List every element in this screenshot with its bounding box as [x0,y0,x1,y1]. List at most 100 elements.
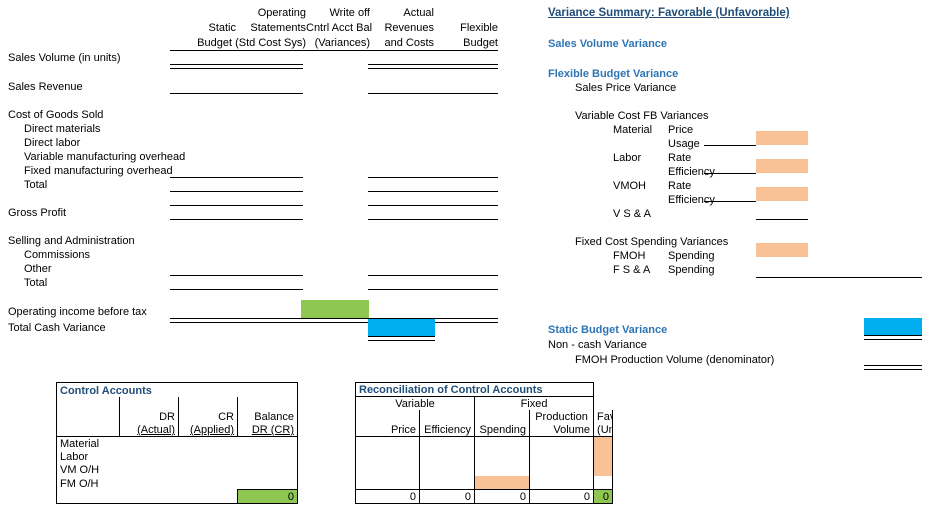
variable-cost-fb-variances-heading: Variable Cost FB Variances [575,110,709,122]
cell-material-dr[interactable] [119,436,179,450]
group-header-fixed: Fixed [473,396,595,410]
col-header-spending: Spending [474,423,530,437]
variance-cell-labor-efficiency[interactable] [756,159,808,173]
row-label-direct-materials: Direct materials [24,123,101,135]
variance-cell-material-usage[interactable] [756,131,808,145]
cell-labor-dr[interactable] [120,450,179,463]
cell-material-spending[interactable] [474,436,530,450]
row-label-fixed-moh: Fixed manufacturing overhead [24,165,173,177]
total-cash-variance-cyan-cell[interactable] [368,319,435,336]
totals-balance[interactable]: 0 [237,489,298,504]
cell-vmoh-dr[interactable] [120,463,179,476]
cell-labor-spending[interactable] [474,450,530,463]
cell-fmoh-cr[interactable] [179,476,238,490]
row-label-variable-moh: Variable manufacturing overhead [24,151,186,163]
static-budget-variance-cyan-cell[interactable] [864,318,922,335]
sa-rule-right [368,275,498,276]
col-header-balance-sub: DR (CR) [237,423,298,437]
table-row: FM O/H [56,476,613,490]
cell-fmoh-efficiency[interactable] [419,476,475,490]
variance-rule-vsa [756,219,808,220]
fmoh-production-volume-label: FMOH Production Volume (denominator) [575,354,775,366]
non-cash-variance-label: Non - cash Variance [548,339,647,351]
cell-vmoh-fav[interactable] [593,463,613,476]
operating-income-rule [170,318,498,323]
sales-price-variance-label: Sales Price Variance [575,82,677,94]
variance-category-vmoh: VMOH [613,180,646,192]
cell-labor-price[interactable] [355,450,420,463]
cell-labor-cr[interactable] [179,450,238,463]
cell-fmoh-dr[interactable] [120,476,179,490]
table-title-row: Control Accounts Reconciliation of Contr… [56,382,613,397]
variance-rule-vmoh-efficiency [704,201,756,202]
cell-labor-balance[interactable] [237,450,298,463]
cell-material-price[interactable] [355,436,420,450]
variance-cell-vmoh-efficiency[interactable] [756,187,808,201]
col-header-production: Production [528,410,595,423]
variance-category-fmoh: FMOH [613,250,646,262]
control-accounts-table: Control Accounts Reconciliation of Contr… [56,382,613,504]
variance-measure-material-price: Price [668,124,694,136]
col-header-writeoff-line1: Write off [329,7,370,19]
row-label-cogs-total: Total [24,179,48,191]
totals-label-blank [56,489,120,504]
fmoh-production-volume-rule [864,365,922,370]
totals-row: 0 0 0 0 0 0 [56,489,613,504]
blank-a3 [178,396,238,410]
cell-fmoh-balance[interactable] [237,476,298,490]
totals-cr-blank [178,489,238,504]
flexible-budget-variance-label: Flexible Budget Variance [548,68,679,80]
cell-material-efficiency[interactable] [419,436,475,450]
cell-material-cr[interactable] [178,436,238,450]
sa-rule-left [170,275,303,276]
col-header-static-line2: Static [208,22,236,34]
cell-labor-fav[interactable] [593,450,613,463]
sales-revenue-rule-right [368,93,498,94]
column-header-row-1: DR CR Balance Production Fav [56,410,613,423]
variance-category-vsa: V S & A [613,208,651,220]
cell-material-balance[interactable] [237,436,298,450]
row-label-labor: Labor [56,450,120,463]
totals-fav[interactable]: 0 [593,489,613,504]
cell-vmoh-spending[interactable] [474,463,530,476]
blank-a1 [56,396,120,410]
cell-vmoh-balance[interactable] [237,463,298,476]
blank-b4 [474,410,530,423]
variance-cell-fmoh-spending[interactable] [756,243,808,257]
gross-profit-rule-right-2 [368,219,498,220]
cell-labor-efficiency[interactable] [419,450,475,463]
col-header-static-line3: Budget (Std Cost Sys) [197,37,306,49]
col-header-cr: CR [178,410,238,423]
col-header-flexible-line3: Budget [463,37,498,49]
spacer-cell-5 [298,437,356,451]
totals-price[interactable]: 0 [355,489,420,504]
col-header-fav: Fav [593,410,613,423]
totals-volume[interactable]: 0 [528,489,595,504]
totals-efficiency[interactable]: 0 [419,489,475,504]
cell-vmoh-efficiency[interactable] [419,463,475,476]
totals-spending[interactable]: 0 [474,489,530,504]
cell-fmoh-price[interactable] [355,476,420,490]
col-header-flexible-line2: Flexible [460,22,498,34]
cogs-total-rule-right [368,191,498,192]
blank-c1 [56,423,120,437]
cell-material-volume[interactable] [528,436,595,450]
cell-fmoh-volume[interactable] [528,476,595,490]
group-header-variable: Variable [355,396,475,410]
cell-vmoh-price[interactable] [355,463,420,476]
operating-income-green-cell[interactable] [301,300,369,319]
cell-vmoh-volume[interactable] [528,463,595,476]
sales-volume-rule-left [170,64,303,69]
cell-labor-volume[interactable] [528,450,595,463]
table-row: Material [56,436,613,451]
row-label-material: Material [56,436,120,450]
totals-dr-blank [119,489,179,504]
cell-fmoh-spending[interactable] [474,476,530,490]
cell-vmoh-cr[interactable] [179,463,238,476]
cell-fmoh-fav[interactable] [593,476,613,490]
cogs-total-rule-left [170,191,303,192]
reconciliation-title: Reconciliation of Control Accounts [354,382,595,397]
cell-material-fav[interactable] [593,436,613,450]
spacer-cell-4 [298,423,356,437]
row-label-sales-revenue: Sales Revenue [8,81,83,93]
